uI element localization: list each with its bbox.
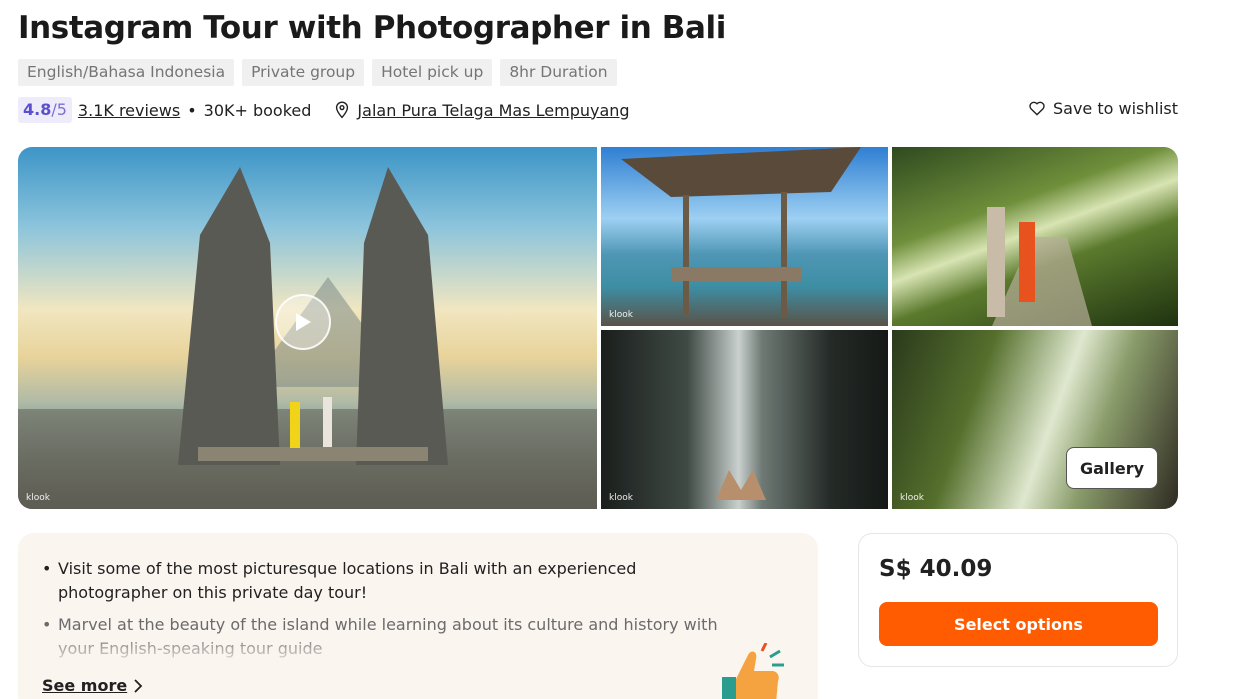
beach-hut-illustration: [621, 147, 861, 317]
reviews-link[interactable]: 3.1K reviews: [78, 101, 180, 120]
meta-separator: •: [187, 100, 197, 120]
tag-pickup: Hotel pick up: [372, 59, 493, 86]
tag-list: English/Bahasa Indonesia Private group H…: [18, 59, 617, 86]
klook-watermark: klook: [609, 310, 633, 320]
price-label: S$ 40.09: [879, 556, 993, 582]
location-pin-icon: [336, 101, 349, 119]
booking-card: S$ 40.09 Select options: [858, 533, 1178, 667]
jungle-path-illustration: [987, 207, 1092, 326]
gallery-photo-canyon[interactable]: klook Gallery: [892, 330, 1178, 509]
gallery-photo-jungle-path[interactable]: [892, 147, 1178, 326]
text-fade-overlay: [18, 633, 818, 663]
rating-value: 4.8: [23, 100, 52, 119]
gallery-photo-beach-hut[interactable]: klook: [601, 147, 888, 326]
tag-language: English/Bahasa Indonesia: [18, 59, 235, 86]
play-video-button[interactable]: [275, 294, 331, 350]
see-more-link[interactable]: See more: [42, 676, 143, 695]
tag-group: Private group: [242, 59, 365, 86]
play-icon: [296, 313, 311, 331]
page-title: Instagram Tour with Photographer in Bali: [18, 10, 726, 46]
waterfall-illustration: [716, 470, 766, 500]
location-link[interactable]: Jalan Pura Telaga Mas Lempuyang: [357, 101, 629, 120]
select-options-button[interactable]: Select options: [879, 602, 1158, 646]
klook-watermark: klook: [609, 493, 633, 503]
see-more-label: See more: [42, 676, 128, 695]
rating-out-of: /5: [51, 100, 67, 119]
wishlist-label: Save to wishlist: [1052, 99, 1178, 118]
gallery-button[interactable]: Gallery: [1066, 447, 1158, 489]
activity-meta: 4.8/5 3.1K reviews • 30K+ booked Jalan P…: [18, 97, 630, 123]
gallery-photo-waterfall[interactable]: klook: [601, 330, 888, 509]
highlight-item: Visit some of the most picturesque locat…: [42, 557, 722, 605]
rating-badge: 4.8/5: [18, 97, 72, 123]
klook-watermark: klook: [26, 493, 50, 503]
highlights-panel: Visit some of the most picturesque locat…: [18, 533, 818, 699]
photo-gallery: klook klook klook klook Gallery: [18, 147, 1178, 509]
klook-watermark: klook: [900, 493, 924, 503]
booked-count: 30K+ booked: [203, 100, 312, 120]
save-to-wishlist-button[interactable]: Save to wishlist: [1029, 99, 1178, 118]
thumbs-up-icon: [722, 643, 784, 699]
chevron-right-icon: [134, 678, 143, 693]
gallery-main-photo[interactable]: klook: [18, 147, 597, 509]
heart-icon: [1029, 101, 1045, 116]
tag-duration: 8hr Duration: [500, 59, 617, 86]
